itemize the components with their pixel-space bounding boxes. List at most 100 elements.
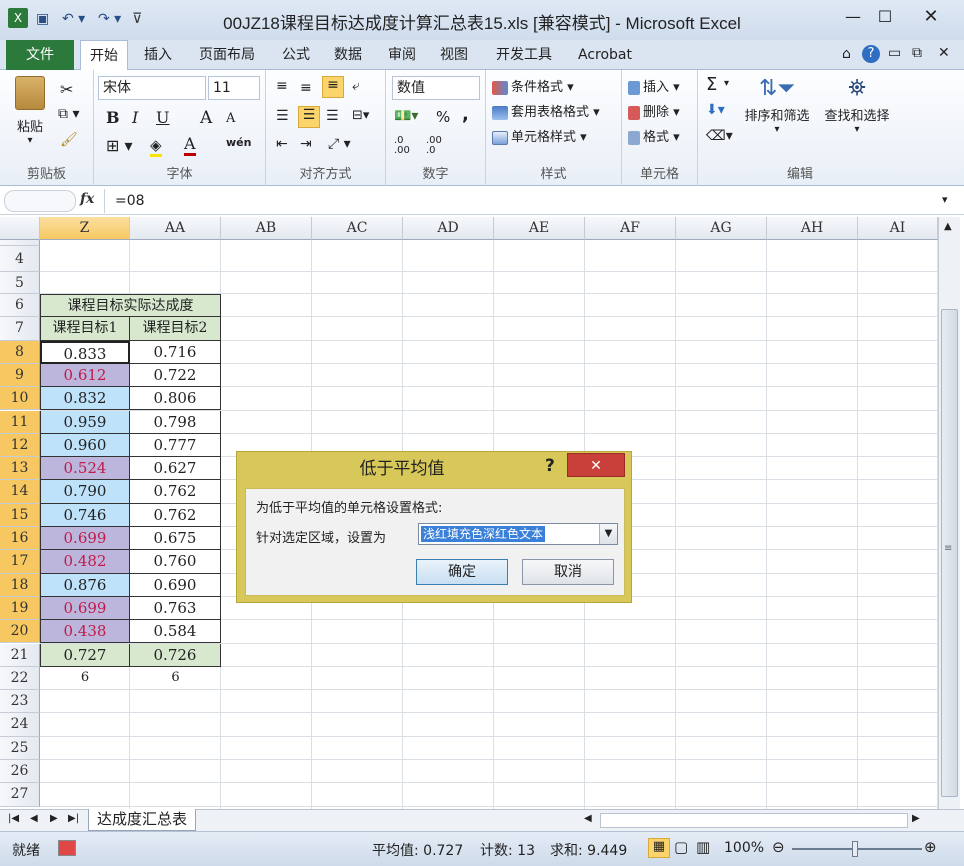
table-cell[interactable]: 0.746 [40, 503, 130, 527]
copy-icon[interactable]: ⧉ ▾ [58, 106, 79, 122]
scroll-left-icon[interactable]: ◀ [584, 813, 592, 824]
align-top-icon[interactable]: ≡ [276, 78, 288, 94]
table-cell[interactable]: 0.690 [130, 573, 221, 597]
align-bottom-icon[interactable]: ≡ [322, 76, 344, 98]
row-header[interactable]: 16 [0, 527, 40, 551]
conditional-format-button[interactable]: 条件格式 ▾ [492, 76, 574, 95]
close-button[interactable]: ✕ [906, 4, 956, 30]
find-select-button[interactable]: ⛯ 查找和选择 ▾ [818, 76, 896, 135]
row-header[interactable]: 14 [0, 480, 40, 504]
dialog-close-button[interactable]: ✕ [567, 453, 625, 477]
count-cell[interactable]: 6 [40, 667, 130, 690]
currency-icon[interactable]: 💵▾ [394, 108, 418, 124]
page-break-view-icon[interactable]: ▥ [696, 838, 710, 856]
autosum-dropdown-icon[interactable]: ▾ [724, 78, 729, 89]
tab-developer[interactable]: 开发工具 [486, 40, 562, 70]
table-cell[interactable]: 0.777 [130, 433, 221, 458]
tab-formulas[interactable]: 公式 [274, 40, 318, 70]
tab-data[interactable]: 数据 [326, 40, 370, 70]
align-center-icon[interactable]: ☰ [298, 106, 320, 128]
row-header[interactable]: 27 [0, 783, 40, 807]
scroll-up-icon[interactable]: ▲ [944, 221, 952, 232]
table-cell[interactable]: 0.584 [130, 620, 221, 644]
table-cell[interactable]: 0.716 [130, 340, 221, 364]
table-cell[interactable]: 0.675 [130, 527, 221, 551]
row-header[interactable]: 18 [0, 573, 40, 597]
align-middle-icon[interactable]: ≡ [300, 80, 312, 96]
doc-restore-icon[interactable]: ⧉ [912, 45, 922, 61]
table-cell[interactable]: 0.790 [40, 480, 130, 504]
doc-minimize-icon[interactable]: ▭ [888, 45, 901, 61]
row-header[interactable]: 11 [0, 410, 40, 434]
average-cell[interactable]: 0.727 [40, 643, 130, 667]
count-cell[interactable]: 6 [130, 667, 221, 690]
table-cell[interactable]: 0.876 [40, 573, 130, 597]
row-header[interactable]: 7 [0, 317, 40, 341]
chevron-down-icon[interactable]: ▼ [599, 524, 617, 544]
phonetic-button[interactable]: wén [226, 136, 251, 149]
scroll-right-icon[interactable]: ▶ [912, 813, 920, 824]
table-cell[interactable]: 0.763 [130, 596, 221, 621]
page-layout-view-icon[interactable]: ▢ [674, 838, 688, 856]
normal-view-icon[interactable]: ▦ [648, 838, 670, 858]
underline-button[interactable]: U [156, 108, 169, 127]
grow-font-button[interactable]: A [200, 108, 212, 128]
paste-button[interactable]: 粘贴 ▾ [10, 76, 50, 146]
row-header[interactable]: 10 [0, 387, 40, 411]
align-right-icon[interactable]: ☰ [326, 108, 339, 124]
cut-icon[interactable]: ✂ [60, 80, 73, 99]
row-header[interactable]: 21 [0, 643, 40, 667]
format-cells-button[interactable]: 格式 ▾ [628, 126, 680, 145]
wrap-text-icon[interactable]: ⤶ [352, 78, 360, 94]
table-cell[interactable]: 0.699 [40, 596, 130, 621]
last-sheet-icon[interactable]: ▶| [68, 813, 79, 824]
zoom-slider-thumb[interactable] [852, 841, 858, 857]
row-header[interactable]: 6 [0, 294, 40, 318]
table-cell[interactable]: 0.438 [40, 620, 130, 644]
insert-cells-button[interactable]: 插入 ▾ [628, 76, 680, 95]
table-cell[interactable]: 0.762 [130, 503, 221, 527]
table-cell[interactable]: 0.627 [130, 457, 221, 481]
fill-color-icon[interactable]: ◈ [150, 136, 162, 157]
row-header[interactable]: 9 [0, 363, 40, 388]
macro-record-icon[interactable] [58, 840, 76, 856]
horizontal-scrollbar[interactable] [600, 813, 908, 828]
ribbon-collapse-icon[interactable]: ⌂ [842, 46, 851, 62]
zoom-level[interactable]: 100% [724, 840, 764, 856]
increase-decimal-button[interactable]: .0 .00 [394, 136, 422, 156]
row-header[interactable]: 19 [0, 596, 40, 621]
align-left-icon[interactable]: ☰ [276, 108, 289, 124]
tab-insert[interactable]: 插入 [136, 40, 180, 70]
column-header[interactable]: AE [494, 217, 585, 240]
column-header[interactable]: AB [221, 217, 312, 240]
zoom-in-icon[interactable]: ⊕ [924, 838, 937, 856]
dialog-help-icon[interactable]: ? [545, 456, 555, 476]
tab-review[interactable]: 审阅 [380, 40, 424, 70]
decrease-indent-icon[interactable]: ⇤ [276, 136, 288, 152]
table-cell[interactable]: 0.798 [130, 410, 221, 434]
first-sheet-icon[interactable]: |◀ [8, 813, 19, 824]
name-box[interactable] [4, 190, 76, 212]
table-cell[interactable]: 0.482 [40, 550, 130, 574]
column-header[interactable]: AD [403, 217, 494, 240]
table-title[interactable]: 课程目标实际达成度 [40, 294, 221, 318]
table-cell[interactable]: 0.722 [130, 363, 221, 388]
row-header[interactable]: 17 [0, 550, 40, 574]
vertical-scrollbar[interactable]: ▲ ≡ [938, 217, 960, 809]
expand-formula-icon[interactable]: ▾ [942, 193, 948, 206]
delete-cells-button[interactable]: 删除 ▾ [628, 101, 680, 120]
fx-icon[interactable]: fx [80, 191, 94, 207]
table-cell[interactable]: 0.959 [40, 410, 130, 434]
next-sheet-icon[interactable]: ▶ [50, 813, 58, 824]
table-cell[interactable]: 0.612 [40, 363, 130, 388]
row-header[interactable]: 5 [0, 272, 40, 294]
increase-indent-icon[interactable]: ⇥ [300, 136, 312, 152]
font-name-combo[interactable]: 宋体 [98, 76, 206, 100]
italic-button[interactable]: I [132, 108, 138, 127]
column-header[interactable]: AC [312, 217, 403, 240]
row-header[interactable]: 13 [0, 457, 40, 481]
bold-button[interactable]: B [106, 108, 120, 127]
select-all-corner[interactable] [0, 217, 40, 240]
format-painter-icon[interactable]: 🖌 [60, 132, 78, 148]
column-header[interactable]: AH [767, 217, 858, 240]
